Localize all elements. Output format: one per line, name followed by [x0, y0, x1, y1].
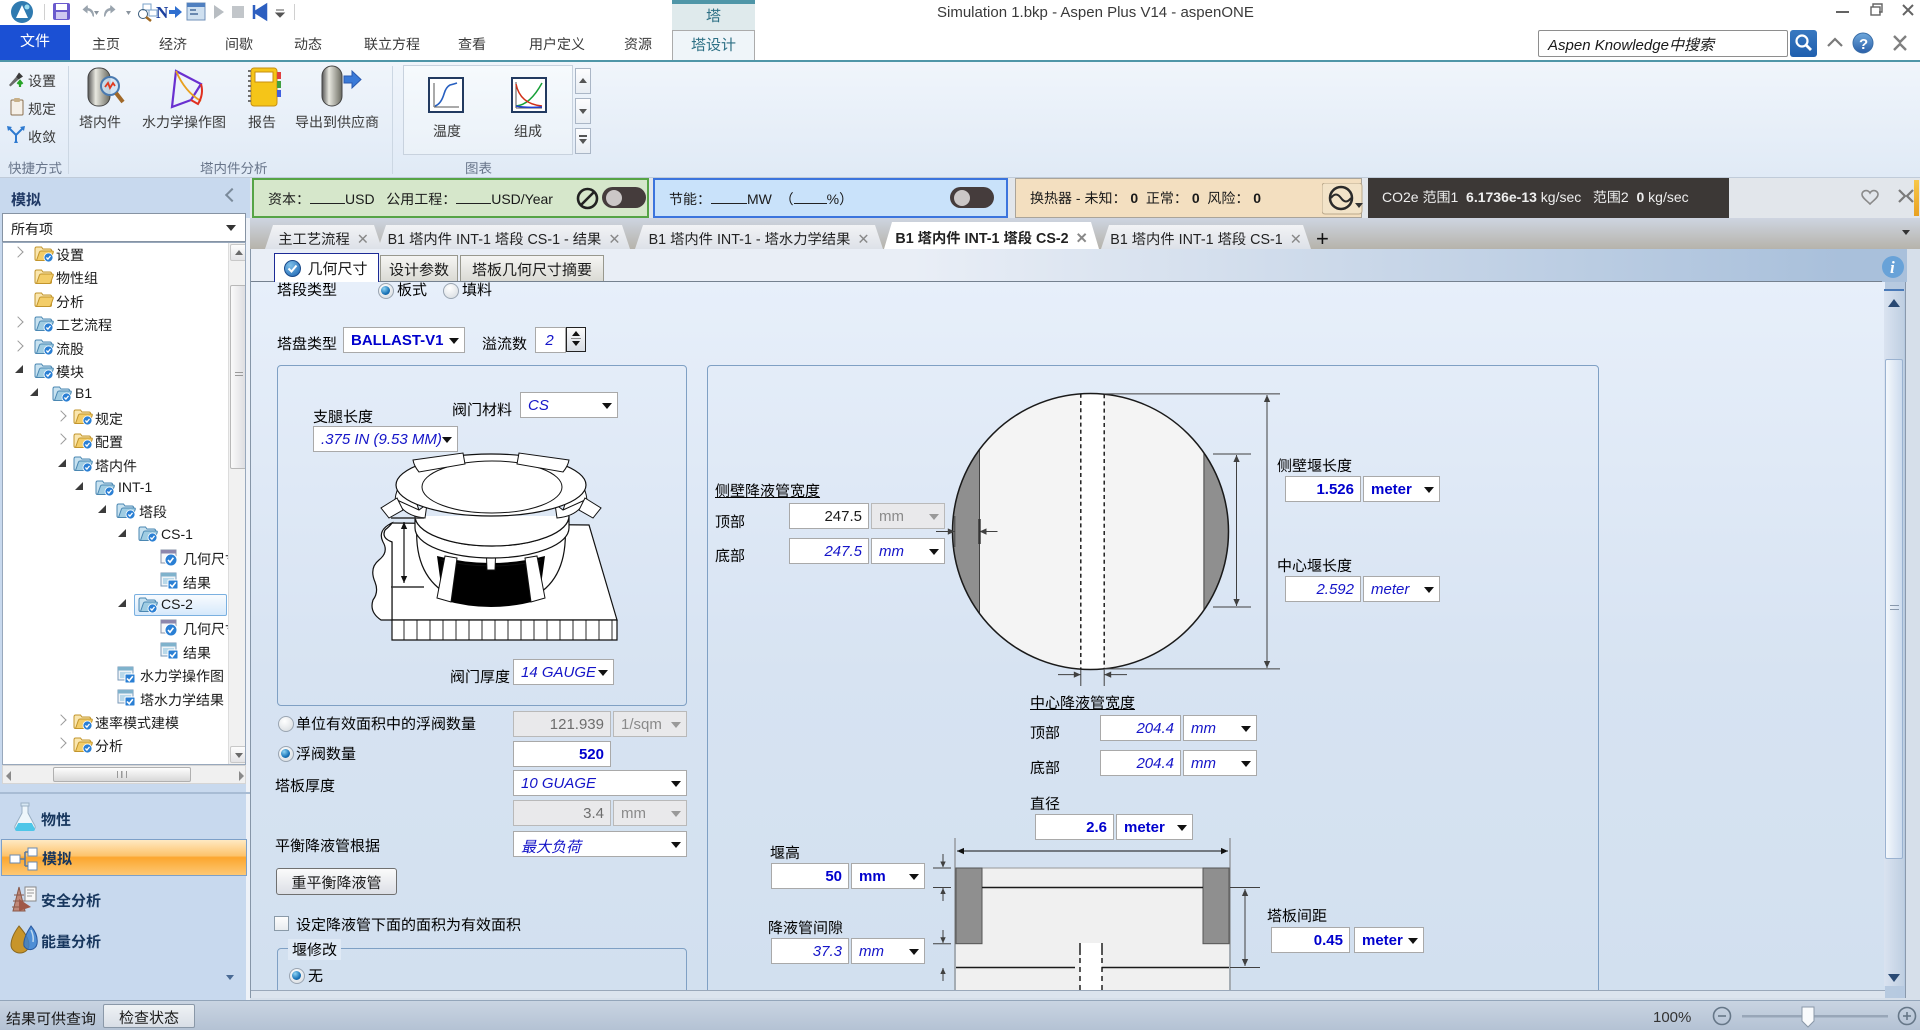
- svg-text:N: N: [156, 3, 169, 22]
- svg-text:?: ?: [1859, 36, 1868, 53]
- svg-text:i: i: [1890, 258, 1895, 277]
